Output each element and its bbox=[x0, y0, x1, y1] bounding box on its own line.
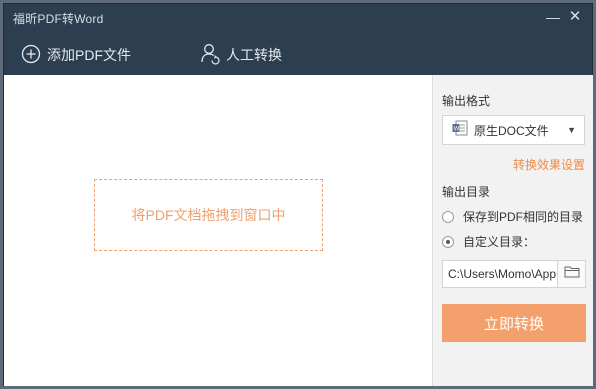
chevron-down-icon: ▼ bbox=[567, 125, 576, 135]
manual-convert-label: 人工转换 bbox=[226, 47, 282, 63]
minimize-button[interactable]: — bbox=[544, 8, 562, 26]
file-area[interactable]: 将PDF文档拖拽到窗口中 bbox=[4, 75, 432, 386]
add-pdf-label: 添加PDF文件 bbox=[47, 47, 131, 63]
toolbar: 添加PDF文件 人工转换 bbox=[4, 32, 592, 75]
settings-panel: 输出格式 W 原生DOC文件 ▼ 转换效果设置 输出目录 保存到PDF相同的目录 bbox=[432, 75, 593, 386]
manual-convert-button[interactable]: 人工转换 bbox=[200, 43, 282, 68]
radio-same-dir-circle[interactable] bbox=[442, 210, 454, 223]
word-doc-icon: W bbox=[452, 120, 468, 141]
convert-now-button[interactable]: 立即转换 bbox=[442, 304, 586, 342]
svg-text:W: W bbox=[454, 126, 460, 132]
folder-icon bbox=[564, 265, 580, 283]
close-button[interactable]: ✕ bbox=[566, 8, 584, 26]
output-path-input[interactable] bbox=[443, 261, 557, 287]
output-format-value: 原生DOC文件 bbox=[474, 123, 549, 138]
browse-folder-button[interactable] bbox=[557, 261, 585, 287]
radio-custom-dir-circle[interactable] bbox=[442, 235, 454, 248]
output-dir-label: 输出目录 bbox=[442, 185, 491, 199]
conversion-settings-link[interactable]: 转换效果设置 bbox=[513, 156, 585, 173]
radio-same-dir[interactable]: 保存到PDF相同的目录 bbox=[442, 208, 583, 225]
app-window: 福昕PDF转Word — ✕ 添加PDF文件 人工转换 将PDF文档拖拽到窗口中… bbox=[3, 3, 593, 386]
add-pdf-button[interactable]: 添加PDF文件 bbox=[21, 44, 131, 66]
drop-hint: 将PDF文档拖拽到窗口中 bbox=[131, 207, 286, 223]
output-path-box bbox=[442, 260, 586, 288]
radio-same-dir-label: 保存到PDF相同的目录 bbox=[463, 210, 584, 224]
person-refresh-icon bbox=[200, 43, 226, 68]
output-format-label: 输出格式 bbox=[442, 94, 491, 108]
window-title: 福昕PDF转Word bbox=[13, 12, 104, 26]
drop-zone[interactable]: 将PDF文档拖拽到窗口中 bbox=[94, 179, 323, 251]
radio-custom-dir-label: 自定义目录： bbox=[463, 235, 536, 249]
radio-custom-dir[interactable]: 自定义目录： bbox=[442, 233, 535, 250]
title-bar: 福昕PDF转Word — ✕ bbox=[4, 4, 592, 32]
plus-circle-icon bbox=[21, 44, 47, 67]
output-format-select[interactable]: W 原生DOC文件 ▼ bbox=[442, 115, 585, 145]
